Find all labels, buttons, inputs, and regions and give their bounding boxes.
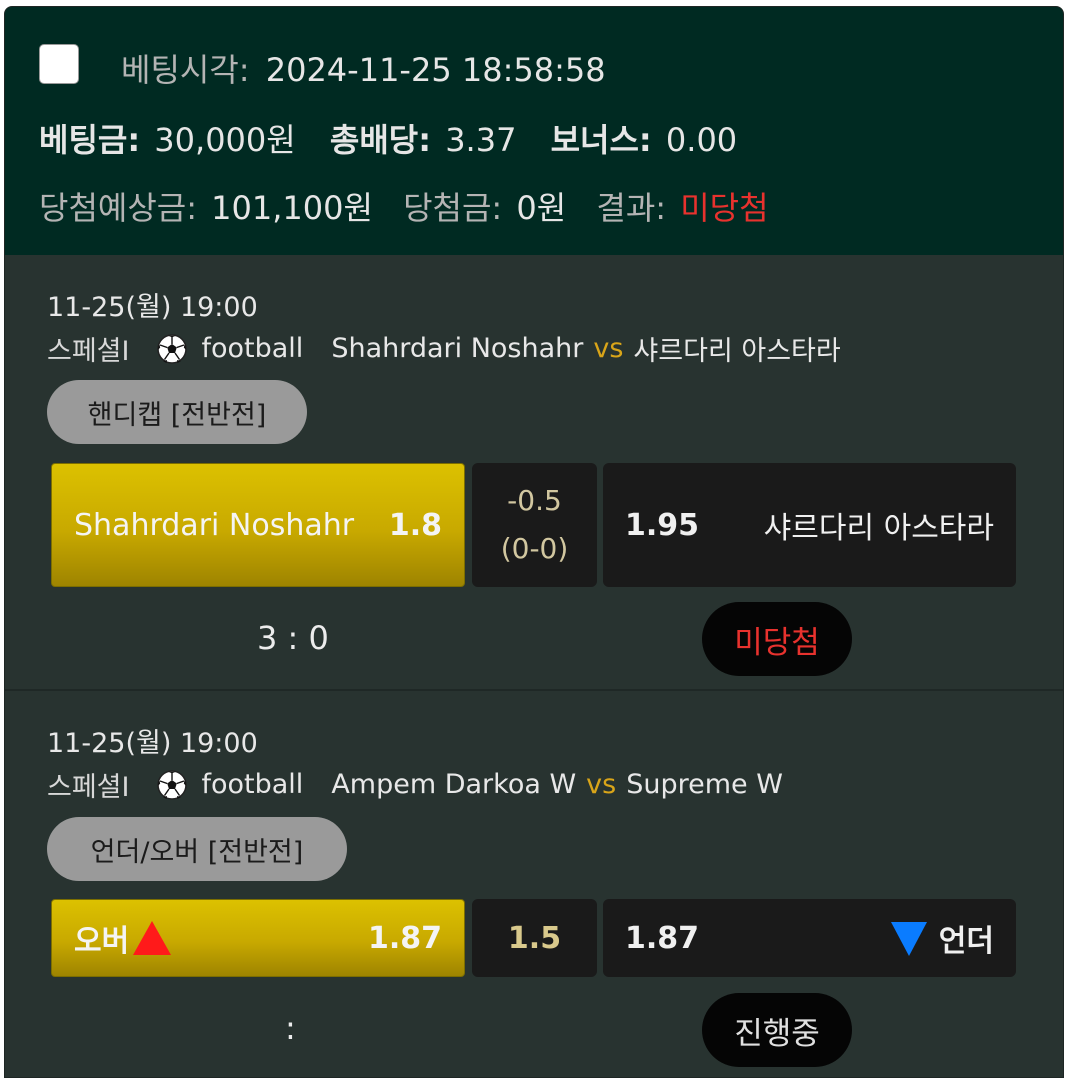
bet-time-row: 베팅시각: 2024-11-25 18:58:58 [121,45,606,91]
win-amount-value: 0원 [516,189,567,227]
bet-amount-row: 베팅금: 30,000원 총배당: 3.37 보너스: 0.00 [39,115,737,161]
game-1-home-odds: 1.8 [388,507,442,543]
game-1-home-pick-button[interactable]: Shahrdari Noshahr 1.8 [51,463,465,587]
result-value: 미당첨 [680,189,769,227]
game-1-line-bottom: (0-0) [500,532,569,565]
game-1-away-pick-button[interactable]: 1.95 샤르다리 아스타라 [603,463,1016,587]
game-2-over-pick-button[interactable]: 오버 1.87 [51,899,465,977]
game-1-datetime: 11-25(월) 19:00 [47,292,258,323]
bet-time-label: 베팅시각: [121,51,250,89]
game-2-vs: vs [586,769,617,800]
game-2-info: 스페셜I football Ampem Darkoa W vs Supreme … [47,765,783,804]
game-2-over-group: 오버 [74,916,173,960]
game-2-category: 스페셜I [47,772,130,803]
game-1-home-team: Shahrdari Noshahr [331,333,584,364]
bet-amount-value: 30,000원 [154,121,296,159]
game-1-home-pick-label: Shahrdari Noshahr [74,507,355,543]
soccer-ball-icon [157,333,188,364]
game-2-over-label: 오버 [74,924,130,959]
soccer-ball-icon [157,769,188,800]
game-2-under-group: 언더 [889,916,994,960]
win-row: 당첨예상금: 101,100원 당첨금: 0원 결과: 미당첨 [39,183,769,229]
game-1-status-badge: 미당첨 [702,602,852,676]
game-1-score: 3 : 0 [257,619,329,657]
game-1-vs: vs [593,333,624,364]
bonus-value: 0.00 [665,121,738,159]
expected-win-label: 당첨예상금: [39,189,197,227]
bet-slip-card: 베팅시각: 2024-11-25 18:58:58 베팅금: 30,000원 총… [4,6,1064,1078]
total-odds-value: 3.37 [445,121,517,159]
expected-win-value: 101,100원 [211,189,373,227]
bonus-label: 보너스: [550,121,652,159]
triangle-down-icon [890,922,927,956]
game-2-under-pick-button[interactable]: 1.87 언더 [603,899,1016,977]
game-1-away-team: 샤르다리 아스타라 [633,336,841,367]
game-2-score: : [285,1009,296,1047]
bet-time-value: 2024-11-25 18:58:58 [265,51,606,89]
game-1-info: 스페셜I football Shahrdari Noshahr vs 샤르다리 … [47,329,841,368]
select-checkbox-icon[interactable] [39,44,79,84]
game-1-away-pick-label: 샤르다리 아스타라 [763,511,994,546]
game-2-under-odds: 1.87 [625,920,700,956]
game-1-line-top: -0.5 [507,484,562,517]
game-1-market-badge: 핸디캡 [전반전] [47,380,307,444]
game-2-home-team: Ampem Darkoa W [331,769,577,800]
game-1-category: 스페셜I [47,336,130,367]
bet-summary: 베팅시각: 2024-11-25 18:58:58 베팅금: 30,000원 총… [5,7,1063,255]
game-1-sport: football [201,333,304,364]
game-divider [5,689,1063,691]
win-amount-label: 당첨금: [403,189,503,227]
triangle-up-icon [133,921,172,955]
result-label: 결과: [596,189,667,227]
game-2-under-label: 언더 [938,924,994,959]
game-2-status-badge: 진행중 [702,993,852,1067]
game-2-datetime: 11-25(월) 19:00 [47,728,258,759]
total-odds-label: 총배당: [329,121,432,159]
game-1-line-box[interactable]: -0.5 (0-0) [472,463,597,587]
game-2-line-box[interactable]: 1.5 [472,899,597,977]
game-2-sport: football [201,769,304,800]
game-1-away-odds: 1.95 [625,507,700,543]
game-2-away-team: Supreme W [626,769,783,800]
game-2-over-odds: 1.87 [367,920,442,956]
game-2-market-badge: 언더/오버 [전반전] [47,817,347,881]
bet-amount-label: 베팅금: [39,121,141,159]
